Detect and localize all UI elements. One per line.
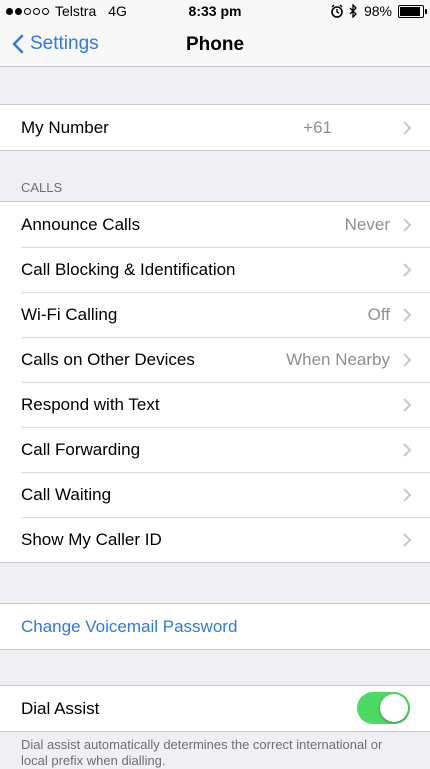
- chevron-right-icon: [403, 218, 412, 232]
- my-number-label: My Number: [21, 118, 109, 137]
- status-right: 98%: [331, 3, 427, 19]
- show-caller-id-row[interactable]: Show My Caller ID: [0, 517, 430, 562]
- chevron-right-icon: [403, 308, 412, 322]
- change-voicemail-password-row[interactable]: Change Voicemail Password: [0, 604, 430, 649]
- row-label: Wi-Fi Calling: [21, 305, 118, 324]
- row-label: Show My Caller ID: [21, 530, 162, 549]
- calls-other-devices-row[interactable]: Calls on Other Devices When Nearby: [0, 337, 430, 382]
- dial-assist-group: Dial Assist: [0, 685, 430, 732]
- row-label: Call Waiting: [21, 485, 112, 504]
- call-blocking-row[interactable]: Call Blocking & Identification: [0, 247, 430, 292]
- battery-fill: [400, 6, 420, 16]
- voicemail-group: Change Voicemail Password: [0, 603, 430, 650]
- change-voicemail-password-link: Change Voicemail Password: [21, 617, 238, 636]
- calls-group: Announce Calls Never Call Blocking & Ide…: [0, 201, 430, 563]
- chevron-right-icon: [403, 533, 412, 547]
- toggle-knob: [380, 694, 408, 722]
- row-label: Call Blocking & Identification: [21, 260, 236, 279]
- dial-assist-toggle[interactable]: [357, 692, 410, 724]
- page-title: Phone: [185, 34, 245, 55]
- chevron-right-icon: [403, 488, 412, 502]
- chevron-right-icon: [403, 121, 412, 135]
- announce-calls-row[interactable]: Announce Calls Never: [0, 202, 430, 247]
- alarm-icon: [331, 4, 343, 18]
- row-label: Announce Calls: [21, 215, 141, 234]
- call-waiting-row[interactable]: Call Waiting: [0, 472, 430, 517]
- row-label: Respond with Text: [21, 395, 160, 414]
- chevron-right-icon: [403, 443, 412, 457]
- battery-icon: [398, 4, 427, 18]
- bluetooth-icon: [349, 4, 357, 18]
- chevron-right-icon: [403, 398, 412, 412]
- row-value: When Nearby: [286, 350, 390, 369]
- my-number-row[interactable]: My Number +61: [0, 105, 430, 150]
- respond-with-text-row[interactable]: Respond with Text: [0, 382, 430, 427]
- row-value: Never: [344, 215, 390, 234]
- row-label: Calls on Other Devices: [21, 350, 195, 369]
- row-value: Off: [367, 305, 390, 324]
- chevron-right-icon: [403, 353, 412, 367]
- calls-section-header: CALLS: [21, 180, 63, 195]
- dial-assist-label: Dial Assist: [21, 699, 100, 718]
- my-number-group: My Number +61: [0, 104, 430, 151]
- navigation-bar: Settings Phone: [0, 24, 430, 67]
- row-label: Call Forwarding: [21, 440, 141, 459]
- dial-assist-row: Dial Assist: [0, 686, 430, 731]
- my-number-value: +61: [303, 118, 332, 137]
- dial-assist-footer: Dial assist automatically determines the…: [21, 737, 383, 768]
- chevron-right-icon: [403, 263, 412, 277]
- wifi-calling-row[interactable]: Wi-Fi Calling Off: [0, 292, 430, 337]
- call-forwarding-row[interactable]: Call Forwarding: [0, 427, 430, 472]
- battery-percent: 98%: [363, 3, 392, 19]
- status-bar: Telstra 4G 8:33 pm 98%: [0, 0, 430, 24]
